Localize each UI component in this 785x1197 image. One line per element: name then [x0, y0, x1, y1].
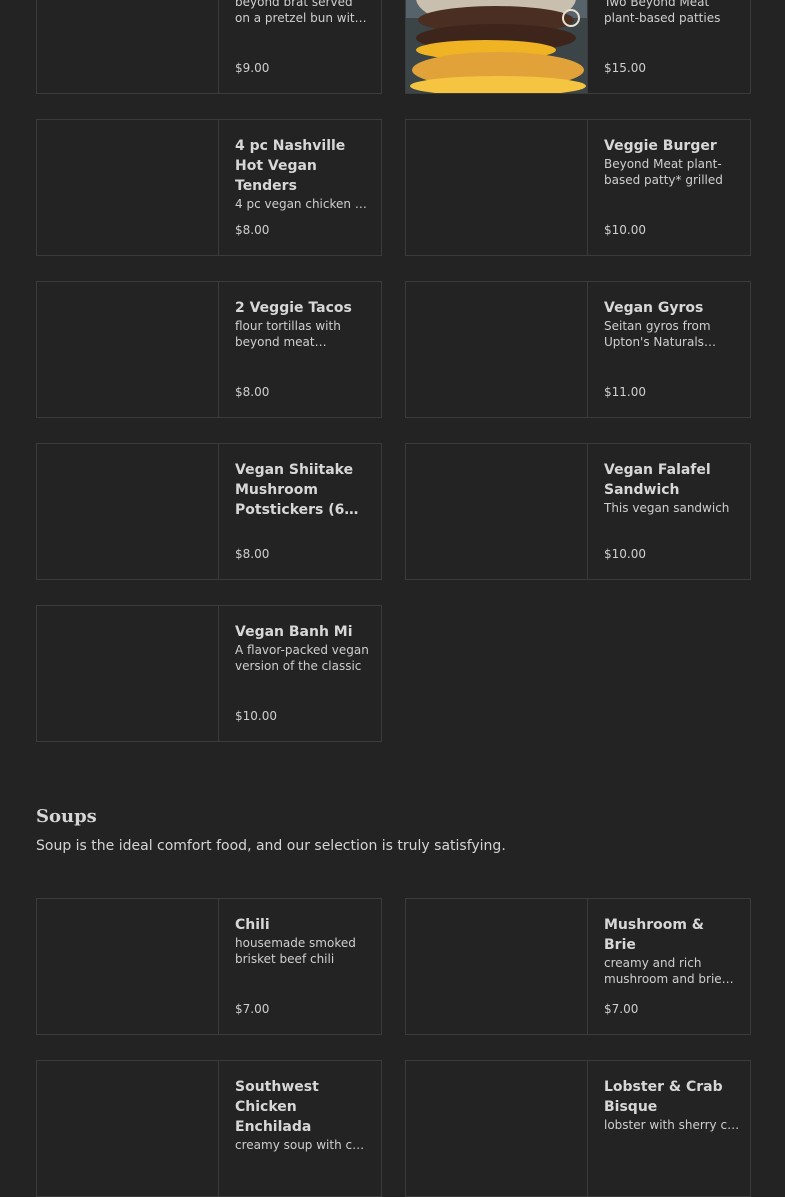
item-image-placeholder — [37, 444, 219, 579]
item-description: creamy soup with chicken — [235, 1138, 371, 1152]
item-description: lobster with sherry cream — [604, 1118, 740, 1132]
item-description: Beyond Meat plant-based patty* grilled — [604, 157, 723, 187]
menu-item-card[interactable]: Two Beyond Meat plant-based patties $15.… — [405, 0, 751, 94]
item-title: Mushroom & Brie — [604, 917, 705, 953]
menu-item-card[interactable]: 4 pc Nashville Hot Vegan Tenders 4 pc ve… — [36, 119, 382, 256]
item-image-placeholder — [406, 444, 588, 579]
item-price: $8.00 — [235, 547, 270, 561]
item-title: Vegan Gyros — [604, 300, 704, 316]
item-description: creamy and rich mushroom and brie soup — [604, 956, 722, 986]
burger-image — [406, 0, 587, 93]
item-price: $10.00 — [604, 223, 646, 237]
item-image-placeholder — [406, 282, 588, 417]
item-image-placeholder — [37, 899, 219, 1034]
menu-item-card[interactable]: Vegan Gyros Seitan gyros from Upton's Na… — [405, 281, 751, 418]
item-price: $10.00 — [604, 547, 646, 561]
item-price: $7.00 — [235, 1002, 270, 1016]
item-price: $8.00 — [235, 223, 270, 237]
item-price: $11.00 — [604, 385, 646, 399]
item-title: Vegan Banh Mi — [235, 624, 353, 640]
item-image-placeholder — [406, 120, 588, 255]
item-price: $8.00 — [235, 385, 270, 399]
item-price: $10.00 — [235, 709, 277, 723]
item-title: 4 pc Nashville Hot Vegan Tenders — [235, 138, 346, 194]
menu-item-card[interactable]: Vegan Shiitake Mushroom Potstickers (6 p… — [36, 443, 382, 580]
menu-item-card[interactable]: beyond brat served on a pretzel bun with… — [36, 0, 382, 94]
item-price: $9.00 — [235, 61, 270, 75]
menu-item-card[interactable]: Mushroom & Brie creamy and rich mushroom… — [405, 898, 751, 1035]
item-description: This vegan sandwich — [604, 501, 730, 515]
item-title: Lobster & Crab Bisque — [604, 1079, 723, 1115]
item-title: 2 Veggie Tacos — [235, 300, 352, 316]
menu-item-card[interactable]: Vegan Falafel Sandwich This vegan sandwi… — [405, 443, 751, 580]
item-title: Vegan Shiitake Mushroom Potstickers (6 p… — [235, 462, 354, 518]
item-image-placeholder — [406, 899, 588, 1034]
menu-item-card[interactable]: Lobster & Crab Bisque lobster with sherr… — [405, 1060, 751, 1197]
item-image-placeholder — [37, 282, 219, 417]
item-price: $15.00 — [604, 61, 646, 75]
menu-item-card[interactable]: 2 Veggie Tacos flour tortillas with beyo… — [36, 281, 382, 418]
item-image-placeholder — [37, 606, 219, 741]
item-description: flour tortillas with beyond meat crumble… — [235, 319, 341, 349]
menu-item-card[interactable]: Chili housemade smoked brisket beef chil… — [36, 898, 382, 1035]
section-title: Soups — [36, 806, 97, 827]
item-description: housemade smoked brisket beef chili — [235, 936, 356, 966]
item-image-placeholder — [37, 1061, 219, 1196]
item-description: Seitan gyros from Upton's Naturals serve… — [604, 319, 711, 349]
item-image — [406, 0, 588, 93]
item-description: A flavor-packed vegan version of the cla… — [235, 643, 369, 673]
item-description: 4 pc vegan chicken tenders — [235, 197, 371, 211]
item-title: Southwest Chicken Enchilada — [235, 1079, 319, 1135]
item-title: Veggie Burger — [604, 138, 717, 154]
section-description: Soup is the ideal comfort food, and our … — [36, 838, 506, 854]
item-price: $7.00 — [604, 1002, 639, 1016]
item-title: Vegan Falafel Sandwich — [604, 462, 711, 498]
menu-item-card[interactable]: Veggie Burger Beyond Meat plant-based pa… — [405, 119, 751, 256]
item-description: beyond brat served on a pretzel bun with… — [235, 0, 363, 25]
menu-item-card[interactable]: Vegan Banh Mi A flavor-packed vegan vers… — [36, 605, 382, 742]
item-image-placeholder — [37, 0, 219, 93]
item-description: Two Beyond Meat plant-based patties — [604, 0, 721, 25]
menu-item-card[interactable]: Southwest Chicken Enchilada creamy soup … — [36, 1060, 382, 1197]
item-title: Chili — [235, 917, 270, 933]
item-image-placeholder — [406, 1061, 588, 1196]
item-image-placeholder — [37, 120, 219, 255]
